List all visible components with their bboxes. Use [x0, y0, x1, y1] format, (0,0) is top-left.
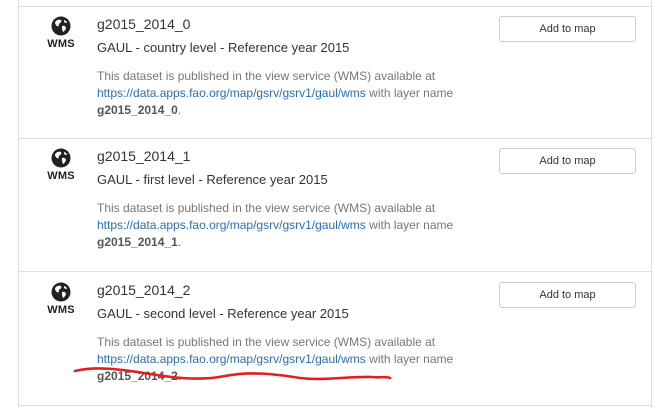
dataset-subtitle: GAUL - first level - Reference year 2015 [97, 172, 328, 187]
service-type: WMS [41, 282, 81, 316]
description-text: with layer name [365, 86, 454, 100]
add-to-map-button[interactable]: Add to map [499, 16, 636, 42]
wms-badge: WMS [47, 38, 75, 50]
description-period: . [177, 369, 182, 383]
globe-icon [51, 148, 71, 168]
dataset-name: g2015_2014_1 [97, 148, 191, 164]
dataset-name: g2015_2014_0 [97, 16, 191, 32]
description-text: This dataset is published in the view se… [97, 335, 436, 349]
add-to-map-button[interactable]: Add to map [499, 282, 636, 308]
service-type: WMS [41, 148, 81, 182]
description-period: . [177, 103, 182, 117]
globe-icon [51, 16, 71, 36]
dataset-content: g2015_2014_1 GAUL - first level - Refere… [97, 146, 477, 251]
add-to-map-button[interactable]: Add to map [499, 148, 636, 174]
description-text: This dataset is published in the view se… [97, 69, 436, 83]
layer-name: g2015_2014_0 [97, 103, 178, 117]
dataset-description: This dataset is published in the view se… [97, 334, 477, 385]
dataset-item: WMS g2015_2014_2 GAUL - second level - R… [19, 273, 651, 406]
description-text: This dataset is published in the view se… [97, 201, 436, 215]
dataset-description: This dataset is published in the view se… [97, 68, 477, 119]
dataset-name: g2015_2014_2 [97, 282, 191, 298]
dataset-content: g2015_2014_0 GAUL - country level - Refe… [97, 14, 477, 119]
wms-badge: WMS [47, 170, 75, 182]
dataset-content: g2015_2014_2 GAUL - second level - Refer… [97, 280, 477, 385]
wms-badge: WMS [47, 304, 75, 316]
dataset-item: WMS g2015_2014_1 GAUL - first level - Re… [19, 139, 651, 272]
wms-url-link[interactable]: https://data.apps.fao.org/map/gsrv/gsrv1… [97, 218, 366, 232]
dataset-item: WMS g2015_2014_0 GAUL - country level - … [19, 6, 651, 139]
layer-name: g2015_2014_1 [97, 235, 178, 249]
dataset-description: This dataset is published in the view se… [97, 200, 477, 251]
layer-name: g2015_2014_2 [97, 369, 178, 383]
dataset-list: WMS g2015_2014_0 GAUL - country level - … [18, 0, 652, 408]
service-type: WMS [41, 16, 81, 50]
wms-url-link[interactable]: https://data.apps.fao.org/map/gsrv/gsrv1… [97, 352, 366, 366]
wms-url-link[interactable]: https://data.apps.fao.org/map/gsrv/gsrv1… [97, 86, 366, 100]
description-text: with layer name [365, 352, 454, 366]
dataset-subtitle: GAUL - country level - Reference year 20… [97, 40, 350, 55]
globe-icon [51, 282, 71, 302]
description-period: . [177, 235, 182, 249]
description-text: with layer name [365, 218, 454, 232]
dataset-subtitle: GAUL - second level - Reference year 201… [97, 306, 349, 321]
